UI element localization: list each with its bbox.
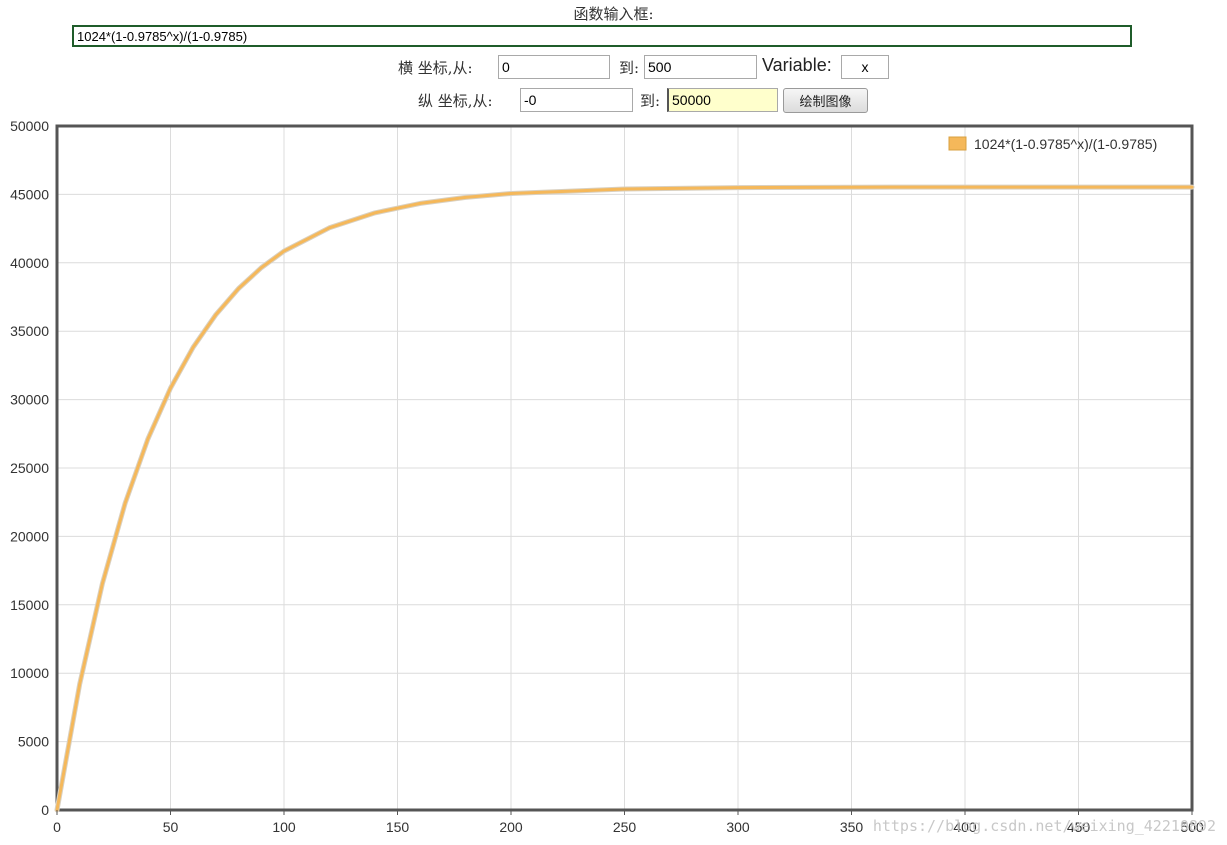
y-tick-label: 5000: [18, 734, 49, 750]
y-tick-label: 0: [41, 802, 49, 818]
y-tick-label: 50000: [10, 118, 49, 134]
x-tick-label: 350: [840, 819, 864, 835]
x-tick-label: 200: [499, 819, 523, 835]
y-tick-label: 45000: [10, 186, 49, 202]
x-tick-label: 250: [613, 819, 637, 835]
y-tick-label: 35000: [10, 323, 49, 339]
function-plot: 0 50 100 150 200 250 300 350 400 450 5000500010000…: [10, 118, 1216, 835]
x-tick-label: 0: [53, 819, 61, 835]
y-tick-label: 40000: [10, 255, 49, 271]
x-tick-label: 150: [386, 819, 410, 835]
legend[interactable]: 1024*(1-0.9785^x)/(1-0.9785): [948, 136, 1157, 152]
grid: [56, 125, 1193, 811]
y-tick-label: 10000: [10, 665, 49, 681]
y-tick-label: 15000: [10, 597, 49, 613]
y-tick-label: 30000: [10, 392, 49, 408]
watermark-text: https://blog.csdn.net/weixing_42210892: [873, 817, 1216, 835]
y-tick-label: 20000: [10, 528, 49, 544]
x-tick-label: 50: [163, 819, 179, 835]
legend-swatch: [948, 136, 967, 151]
y-tick-label: 25000: [10, 460, 49, 476]
legend-label: 1024*(1-0.9785^x)/(1-0.9785): [974, 136, 1157, 152]
tick-labels: 0 50 100 150 200 250 300 350 400 450 5000500010000…: [10, 118, 1204, 835]
x-tick-label: 300: [726, 819, 750, 835]
x-tick-label: 100: [272, 819, 296, 835]
